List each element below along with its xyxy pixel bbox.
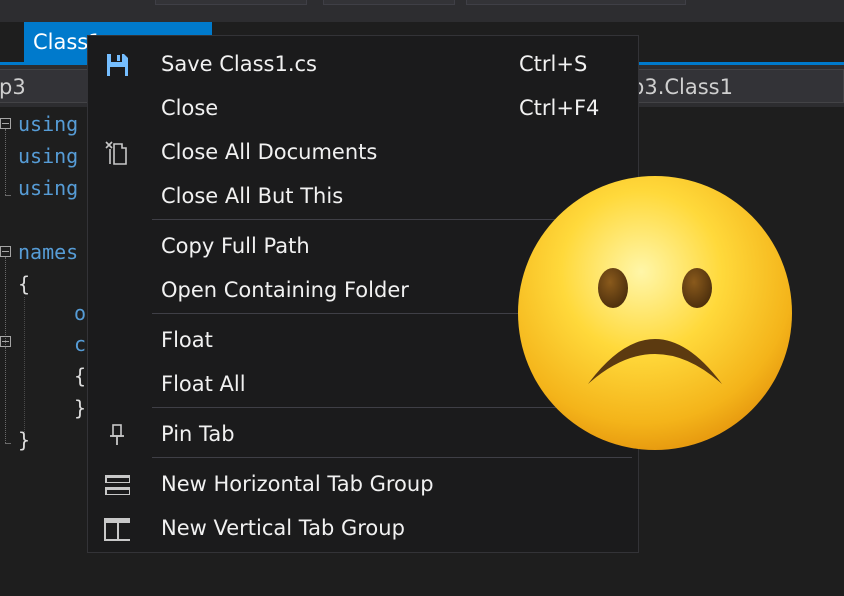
menu-item-label: New Horizontal Tab Group — [161, 472, 434, 496]
collapse-toggle[interactable] — [0, 246, 11, 257]
toolbar-combo[interactable] — [155, 0, 307, 5]
indent-guide — [24, 297, 25, 432]
menu-item-label: Open Containing Folder — [161, 278, 409, 302]
fold-end — [5, 443, 11, 444]
menu-item-new-horizontal-tab-group[interactable]: New Horizontal Tab Group — [88, 462, 638, 506]
code-using: using — [18, 144, 79, 168]
menu-item-label: Close All Documents — [161, 140, 378, 164]
project-combo[interactable]: p3 — [0, 69, 96, 103]
title-strip — [0, 0, 844, 22]
code-brace: { — [18, 272, 31, 296]
menu-separator — [152, 457, 632, 458]
code-brace: } — [18, 428, 31, 452]
collapse-toggle[interactable] — [0, 118, 11, 129]
frowning-face-emoji — [518, 176, 792, 450]
code-brace: { — [74, 364, 87, 388]
code-brace: } — [74, 396, 87, 420]
code-namespace: names — [18, 240, 79, 264]
menu-item-label: Copy Full Path — [161, 234, 310, 258]
toolbar-combo[interactable] — [466, 0, 686, 5]
save-icon — [107, 54, 128, 76]
code-token: o — [74, 301, 87, 325]
fold-line — [5, 347, 6, 411]
menu-item-label: Save Class1.cs — [161, 52, 317, 76]
menu-item-label: Pin Tab — [161, 422, 235, 446]
menu-item-label: Float All — [161, 372, 246, 396]
fold-end — [5, 195, 11, 196]
code-using: using — [18, 112, 79, 136]
vertical-tab-group-icon — [104, 518, 130, 541]
pin-icon — [110, 424, 124, 445]
horizontal-tab-group-icon — [105, 475, 130, 495]
collapse-toggle[interactable] — [0, 336, 11, 347]
menu-item-shortcut: Ctrl+F4 — [519, 96, 600, 120]
code-using: using — [18, 176, 79, 200]
menu-item-save[interactable]: Save Class1.cs Ctrl+S — [88, 42, 638, 86]
menu-item-close[interactable]: Close Ctrl+F4 — [88, 86, 638, 130]
toolbar-combo[interactable] — [323, 0, 455, 5]
close-all-documents-icon — [105, 141, 127, 165]
code-token: c — [74, 332, 87, 356]
menu-item-label: Close — [161, 96, 219, 120]
menu-item-label: New Vertical Tab Group — [161, 516, 405, 540]
fold-line — [5, 129, 6, 195]
menu-item-label: Float — [161, 328, 213, 352]
menu-item-label: Close All But This — [161, 184, 344, 208]
menu-item-shortcut: Ctrl+S — [519, 52, 588, 76]
menu-item-close-all-documents[interactable]: Close All Documents — [88, 130, 638, 174]
menu-item-new-vertical-tab-group[interactable]: New Vertical Tab Group — [88, 506, 638, 550]
